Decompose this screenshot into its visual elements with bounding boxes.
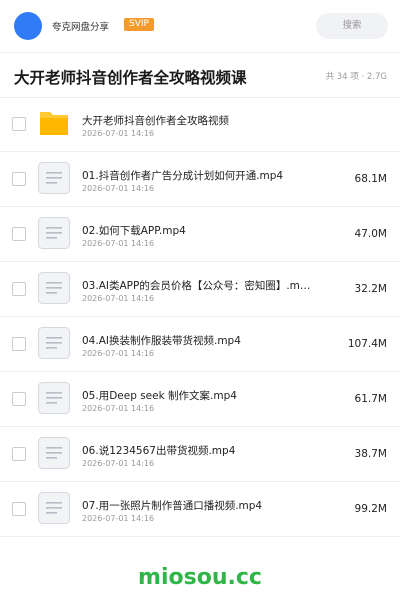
list-item[interactable]: 02.如何下载APP.mp4 2026-07-01 14:16 47.0M: [0, 207, 400, 262]
list-item[interactable]: 大开老师抖音创作者全攻略视频 2026-07-01 14:16: [0, 97, 400, 152]
file-name: 06.说1234567出带货视频.mp4: [82, 445, 236, 457]
document-icon: [38, 382, 70, 414]
file-name: 03.AI类APP的会员价格【公众号：密知圈】.m…: [82, 280, 311, 292]
file-size: 107.4M: [347, 338, 387, 350]
file-name: 大开老师抖音创作者全攻略视频: [82, 115, 229, 127]
file-date: 2026-07-01 14:16: [82, 239, 155, 248]
avatar[interactable]: [14, 12, 42, 40]
file-date: 2026-07-01 14:16: [82, 184, 155, 193]
file-date: 2026-07-01 14:16: [82, 404, 155, 413]
folder-title-bar: 大开老师抖音创作者全攻略视频课 共 34 项 · 2.7G: [0, 52, 400, 98]
select-checkbox[interactable]: [12, 502, 26, 516]
file-name: 02.如何下载APP.mp4: [82, 225, 186, 237]
file-size: 47.0M: [354, 228, 387, 240]
file-size: 32.2M: [354, 283, 387, 295]
watermark: miosou.cc: [138, 565, 262, 590]
document-icon: [38, 437, 70, 469]
file-date: 2026-07-01 14:16: [82, 349, 155, 358]
list-item[interactable]: 03.AI类APP的会员价格【公众号：密知圈】.m… 2026-07-01 14…: [0, 262, 400, 317]
document-icon: [38, 327, 70, 359]
file-size: 68.1M: [354, 173, 387, 185]
select-checkbox[interactable]: [12, 337, 26, 351]
list-item[interactable]: 05.用Deep seek 制作文案.mp4 2026-07-01 14:16 …: [0, 372, 400, 427]
file-name: 05.用Deep seek 制作文案.mp4: [82, 390, 237, 402]
select-checkbox[interactable]: [12, 282, 26, 296]
item-count: 共 34 项 · 2.7G: [325, 72, 387, 82]
file-date: 2026-07-01 14:16: [82, 459, 155, 468]
list-item[interactable]: 04.AI换装制作服装带货视频.mp4 2026-07-01 14:16 107…: [0, 317, 400, 372]
select-checkbox[interactable]: [12, 172, 26, 186]
document-icon: [38, 492, 70, 524]
document-icon: [38, 272, 70, 304]
file-name: 07.用一张照片制作普通口播视频.mp4: [82, 500, 263, 512]
search-input[interactable]: 搜索: [316, 13, 388, 39]
list-item[interactable]: 06.说1234567出带货视频.mp4 2026-07-01 14:16 38…: [0, 427, 400, 482]
document-icon: [38, 217, 70, 249]
file-date: 2026-07-01 14:16: [82, 514, 155, 523]
file-list: 大开老师抖音创作者全攻略视频 2026-07-01 14:16 01.抖音创作者…: [0, 97, 400, 537]
app-name: 夸克网盘分享: [52, 22, 110, 33]
file-size: 61.7M: [354, 393, 387, 405]
folder-icon: [38, 107, 70, 139]
file-name: 01.抖音创作者广告分成计划如何开通.mp4: [82, 170, 284, 182]
file-size: 38.7M: [354, 448, 387, 460]
top-bar: 夸克网盘分享 SVIP 搜索: [0, 0, 400, 52]
file-name: 04.AI换装制作服装带货视频.mp4: [82, 335, 241, 347]
select-checkbox[interactable]: [12, 392, 26, 406]
document-icon: [38, 162, 70, 194]
select-checkbox[interactable]: [12, 447, 26, 461]
select-checkbox[interactable]: [12, 117, 26, 131]
select-checkbox[interactable]: [12, 227, 26, 241]
svip-badge: SVIP: [124, 18, 154, 31]
file-size: 99.2M: [354, 503, 387, 515]
list-item[interactable]: 01.抖音创作者广告分成计划如何开通.mp4 2026-07-01 14:16 …: [0, 152, 400, 207]
page-title: 大开老师抖音创作者全攻略视频课: [14, 69, 247, 87]
file-date: 2026-07-01 14:16: [82, 294, 155, 303]
file-date: 2026-07-01 14:16: [82, 129, 155, 138]
list-item[interactable]: 07.用一张照片制作普通口播视频.mp4 2026-07-01 14:16 99…: [0, 482, 400, 537]
